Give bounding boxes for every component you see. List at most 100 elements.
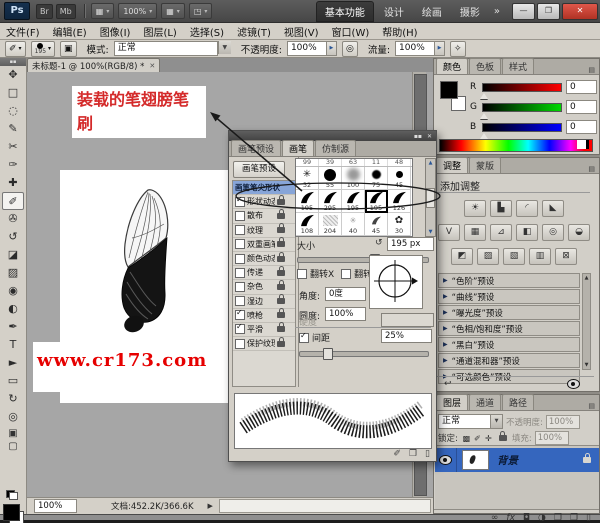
option-checkbox[interactable]: [235, 239, 245, 249]
brush-preset-45[interactable]: 45: [388, 167, 411, 190]
flip-y-checkbox[interactable]: [341, 269, 351, 279]
g-slider[interactable]: [482, 103, 562, 112]
delete-brush-icon[interactable]: ▯: [425, 449, 430, 459]
color-panel-swatches[interactable]: [440, 81, 466, 111]
flow-field[interactable]: 100% ▶: [395, 41, 445, 56]
menu-item-5[interactable]: 选择(S): [190, 24, 224, 39]
document-tab[interactable]: 未标题-1 @ 100%(RGB/8) * ✕: [27, 58, 160, 72]
menu-item-6[interactable]: 滤镜(T): [237, 24, 271, 39]
channel-mixer-icon[interactable]: ◒: [568, 224, 590, 241]
option-checkbox[interactable]: [235, 282, 245, 292]
color-spectrum-ramp[interactable]: [439, 139, 593, 152]
color-balance-icon[interactable]: ⊿: [490, 224, 512, 241]
minimize-button[interactable]: —: [512, 3, 535, 20]
view-extras-button[interactable]: ▦▾: [91, 3, 115, 19]
option-checkbox[interactable]: [235, 254, 245, 264]
brush-tool[interactable]: ✐: [2, 192, 24, 210]
type-tool[interactable]: T: [2, 336, 24, 354]
brush-option-3[interactable]: 纹理: [233, 224, 295, 238]
live-tip-preview-icon[interactable]: ✐: [393, 449, 401, 459]
dodge-tool[interactable]: ◐: [2, 300, 24, 318]
mode-select[interactable]: 正常 ▼: [114, 41, 231, 56]
workspace-tab-1[interactable]: 基本功能: [316, 1, 374, 22]
opacity-field[interactable]: 100% ▶: [287, 41, 337, 56]
g-slider-thumb[interactable]: [480, 113, 488, 119]
curves-icon[interactable]: ◜: [516, 200, 538, 217]
lock-icon[interactable]: [277, 284, 285, 290]
menu-item-3[interactable]: 图像(I): [100, 24, 131, 39]
restore-button[interactable]: ❐: [537, 3, 560, 20]
brush-option-4[interactable]: 双重画笔: [233, 238, 295, 252]
option-checkbox[interactable]: [235, 211, 245, 221]
brush-option-1[interactable]: 形状动态: [233, 195, 295, 209]
new-layer-icon[interactable]: ❐: [570, 513, 578, 523]
scroll-up-icon[interactable]: ▲: [583, 275, 590, 281]
toggle-visibility-icon[interactable]: [567, 379, 580, 389]
exposure-icon[interactable]: ◣: [542, 200, 564, 217]
vibrance-icon[interactable]: V: [438, 224, 460, 241]
marquee-tool[interactable]: □: [2, 84, 24, 102]
screen-mode-button[interactable]: ◳▾: [189, 3, 213, 19]
menu-item-7[interactable]: 视图(V): [284, 24, 319, 39]
black-white-icon[interactable]: ◧: [516, 224, 538, 241]
brush-panel-tab-3[interactable]: 仿制源: [315, 140, 356, 156]
lasso-tool[interactable]: ◌: [2, 102, 24, 120]
brush-preset-45[interactable]: 45: [365, 213, 388, 236]
r-slider[interactable]: [482, 83, 562, 92]
threshold-icon[interactable]: ▧: [503, 248, 525, 265]
layers-tab-3[interactable]: 路径: [502, 394, 534, 410]
crop-tool[interactable]: ✂: [2, 138, 24, 156]
menu-item-1[interactable]: 文件(F): [6, 24, 40, 39]
brush-angle-control[interactable]: [369, 255, 423, 309]
g-value-field[interactable]: 0: [566, 100, 597, 114]
photo-filter-icon[interactable]: ◎: [542, 224, 564, 241]
new-brush-icon[interactable]: ❐: [409, 449, 417, 459]
selective-color-icon[interactable]: ⊠: [555, 248, 577, 265]
option-checkbox[interactable]: [235, 339, 245, 349]
workspace-more-button[interactable]: »: [488, 6, 506, 17]
lock-icon[interactable]: [277, 270, 285, 276]
brush-preset-195[interactable]: 195: [342, 190, 365, 213]
brush-preset-195[interactable]: 195: [296, 190, 319, 213]
posterize-icon[interactable]: ▨: [477, 248, 499, 265]
brush-preset-picker[interactable]: 195 ▾: [31, 41, 55, 57]
link-layers-icon[interactable]: ∞: [491, 513, 499, 523]
gradient-map-icon[interactable]: ▥: [529, 248, 551, 265]
lock-icon[interactable]: [277, 256, 285, 262]
close-tab-icon[interactable]: ✕: [149, 62, 155, 70]
lock-icon[interactable]: [277, 213, 285, 219]
brush-preset-100[interactable]: 100: [342, 167, 365, 190]
scroll-up-icon[interactable]: ▲: [429, 160, 433, 166]
adjustment-layer-icon[interactable]: ◑: [538, 513, 546, 523]
delete-layer-icon[interactable]: ▯: [586, 513, 591, 523]
spinner-icon[interactable]: ▶: [327, 41, 337, 56]
menu-item-8[interactable]: 窗口(W): [332, 24, 370, 39]
flip-x-checkbox[interactable]: [297, 269, 307, 279]
launch-bridge-button[interactable]: Br: [36, 4, 53, 19]
adjustments-tab-1[interactable]: 调整: [436, 157, 468, 173]
mini-bridge-button[interactable]: Mb: [56, 4, 76, 19]
size-field[interactable]: 195 px: [387, 237, 434, 251]
lock-move-icon[interactable]: ✛: [483, 434, 494, 443]
workspace-tab-4[interactable]: 摄影: [452, 2, 488, 21]
pen-tool[interactable]: ✒: [2, 318, 24, 336]
preset-row-1[interactable]: ▶“色阶”预设: [438, 273, 580, 288]
brush-preset-55[interactable]: 55: [319, 167, 342, 190]
preset-row-5[interactable]: ▶“黑白”预设: [438, 337, 580, 352]
brush-option-10[interactable]: 平滑: [233, 323, 295, 337]
brush-option-5[interactable]: 颜色动态: [233, 252, 295, 266]
lock-icon[interactable]: [277, 312, 285, 318]
zoom-tool[interactable]: ◎: [2, 408, 24, 426]
layer-mask-icon[interactable]: ◘: [523, 513, 530, 523]
toggle-brush-panel-button[interactable]: ▣: [60, 41, 77, 57]
lock-icon[interactable]: [277, 227, 285, 233]
brush-preset-108[interactable]: 108: [296, 213, 319, 236]
brush-tip-shape-item[interactable]: 画笔笔尖形状: [233, 181, 295, 195]
layer-thumbnail[interactable]: [462, 450, 489, 470]
close-panel-icon[interactable]: ✕: [427, 133, 432, 140]
layer-group-icon[interactable]: ❒: [554, 513, 562, 523]
quick-selection-tool[interactable]: ✎: [2, 120, 24, 138]
menu-item-2[interactable]: 编辑(E): [53, 24, 87, 39]
adjustments-tab-2[interactable]: 蒙版: [469, 157, 501, 173]
spacing-field[interactable]: 25%: [381, 329, 432, 343]
